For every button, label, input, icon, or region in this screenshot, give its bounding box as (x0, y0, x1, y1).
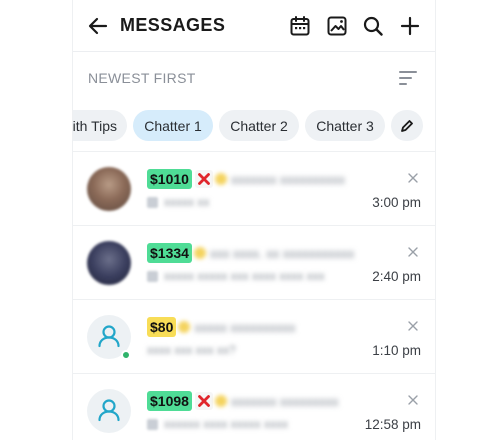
conversation-header-line: $1010 xxxxxxx xxxxxxxxxx (147, 169, 345, 189)
conversation-row[interactable]: $80 xxxxx xxxxxxxxxx xxxx xxx xxx xx? 1:… (73, 299, 435, 373)
amount-badge: $1334 (147, 243, 192, 263)
message-type-icon (147, 270, 158, 282)
page-title: MESSAGES (120, 15, 226, 35)
conversation-row[interactable]: $1010 xxxxxxx xxxxxxxxxx xxxxx xx 3:00 p… (73, 151, 435, 225)
messages-panel: MESSAGES NEWEST FIRST ith Tips Chatter 1… (72, 0, 436, 440)
close-icon[interactable] (407, 246, 419, 258)
redacted-message-preview: xxxxx xxxxx xxx xxxx xxxx xxx (164, 269, 325, 283)
amount-badge: $80 (147, 317, 177, 337)
messages-header: MESSAGES (73, 0, 435, 52)
message-type-icon (147, 196, 158, 208)
conversation-header-line: $80 xxxxx xxxxxxxxxx (147, 317, 295, 337)
chatter-filter-chips: ith Tips Chatter 1 Chatter 2 Chatter 3 (72, 110, 435, 142)
emoji-icon (178, 321, 191, 333)
chip-chatter-2[interactable]: Chatter 2 (219, 110, 299, 141)
conversation-row[interactable]: $1334 xxx xxxx. xx xxxxxxxxxxx xxxxx xxx… (73, 225, 435, 299)
conversation-header-line: $1334 xxx xxxx. xx xxxxxxxxxxx (147, 243, 354, 263)
avatar[interactable] (87, 389, 131, 433)
media-vault-icon[interactable] (325, 14, 349, 38)
redacted-username: xxxxx xxxxxxxxxx (194, 319, 296, 335)
message-time: 1:10 pm (372, 343, 421, 358)
chip-label: Chatter 2 (230, 117, 288, 134)
emoji-icon (193, 247, 206, 259)
cross-mark-icon (194, 170, 213, 188)
back-arrow-icon[interactable] (86, 14, 110, 38)
redacted-message-preview: xxxx xxx xxx xx? (147, 343, 236, 357)
redacted-username: xxxxxxx xxxxxxxxxx (230, 171, 346, 187)
sort-order-label[interactable]: NEWEST FIRST (88, 70, 196, 86)
message-type-icon (147, 418, 158, 430)
redacted-message-preview: xxxxxx xxxx xxxxx xxxx (164, 417, 289, 431)
default-user-icon (98, 399, 120, 422)
redacted-username: xxx xxxx. xx xxxxxxxxxxx (209, 245, 355, 261)
message-time: 2:40 pm (372, 269, 421, 284)
redacted-username: xxxxxxx xxxxxxxxx (230, 393, 339, 409)
emoji-icon (214, 395, 227, 407)
calendar-icon[interactable] (288, 14, 312, 38)
chip-label: Chatter 3 (316, 117, 374, 134)
message-preview-line: xxxxxx xxxx xxxxx xxxx (147, 416, 288, 432)
edit-chips-button[interactable] (391, 110, 423, 141)
message-time: 3:00 pm (372, 195, 421, 210)
amount-badge: $1010 (147, 169, 192, 189)
pencil-icon (401, 119, 413, 132)
message-preview-line: xxxx xxx xxx xx? (147, 342, 236, 358)
redacted-message-preview: xxxxx xx (164, 195, 210, 209)
search-icon[interactable] (361, 14, 385, 38)
conversation-row[interactable]: $1098 xxxxxxx xxxxxxxxx xxxxxx xxxx xxxx… (73, 373, 435, 440)
online-status-dot (121, 350, 131, 360)
chip-label: ith Tips (72, 117, 117, 134)
amount-badge: $1098 (147, 391, 192, 411)
chip-with-tips[interactable]: ith Tips (72, 110, 127, 141)
avatar[interactable] (87, 167, 131, 211)
chip-chatter-1[interactable]: Chatter 1 (133, 110, 213, 141)
new-message-plus-icon[interactable] (398, 14, 422, 38)
close-icon[interactable] (407, 172, 419, 184)
message-preview-line: xxxxx xxxxx xxx xxxx xxxx xxx (147, 268, 325, 284)
close-icon[interactable] (407, 394, 419, 406)
conversation-header-line: $1098 xxxxxxx xxxxxxxxx (147, 391, 339, 411)
sort-bar: NEWEST FIRST (73, 52, 435, 104)
message-preview-line: xxxxx xx (147, 194, 209, 210)
close-icon[interactable] (407, 320, 419, 332)
sort-lines-icon[interactable] (397, 67, 419, 89)
message-time: 12:58 pm (364, 417, 421, 432)
avatar[interactable] (87, 241, 131, 285)
chip-chatter-3[interactable]: Chatter 3 (305, 110, 385, 141)
chip-label: Chatter 1 (144, 117, 202, 134)
cross-mark-icon (194, 392, 213, 410)
emoji-icon (214, 173, 227, 185)
